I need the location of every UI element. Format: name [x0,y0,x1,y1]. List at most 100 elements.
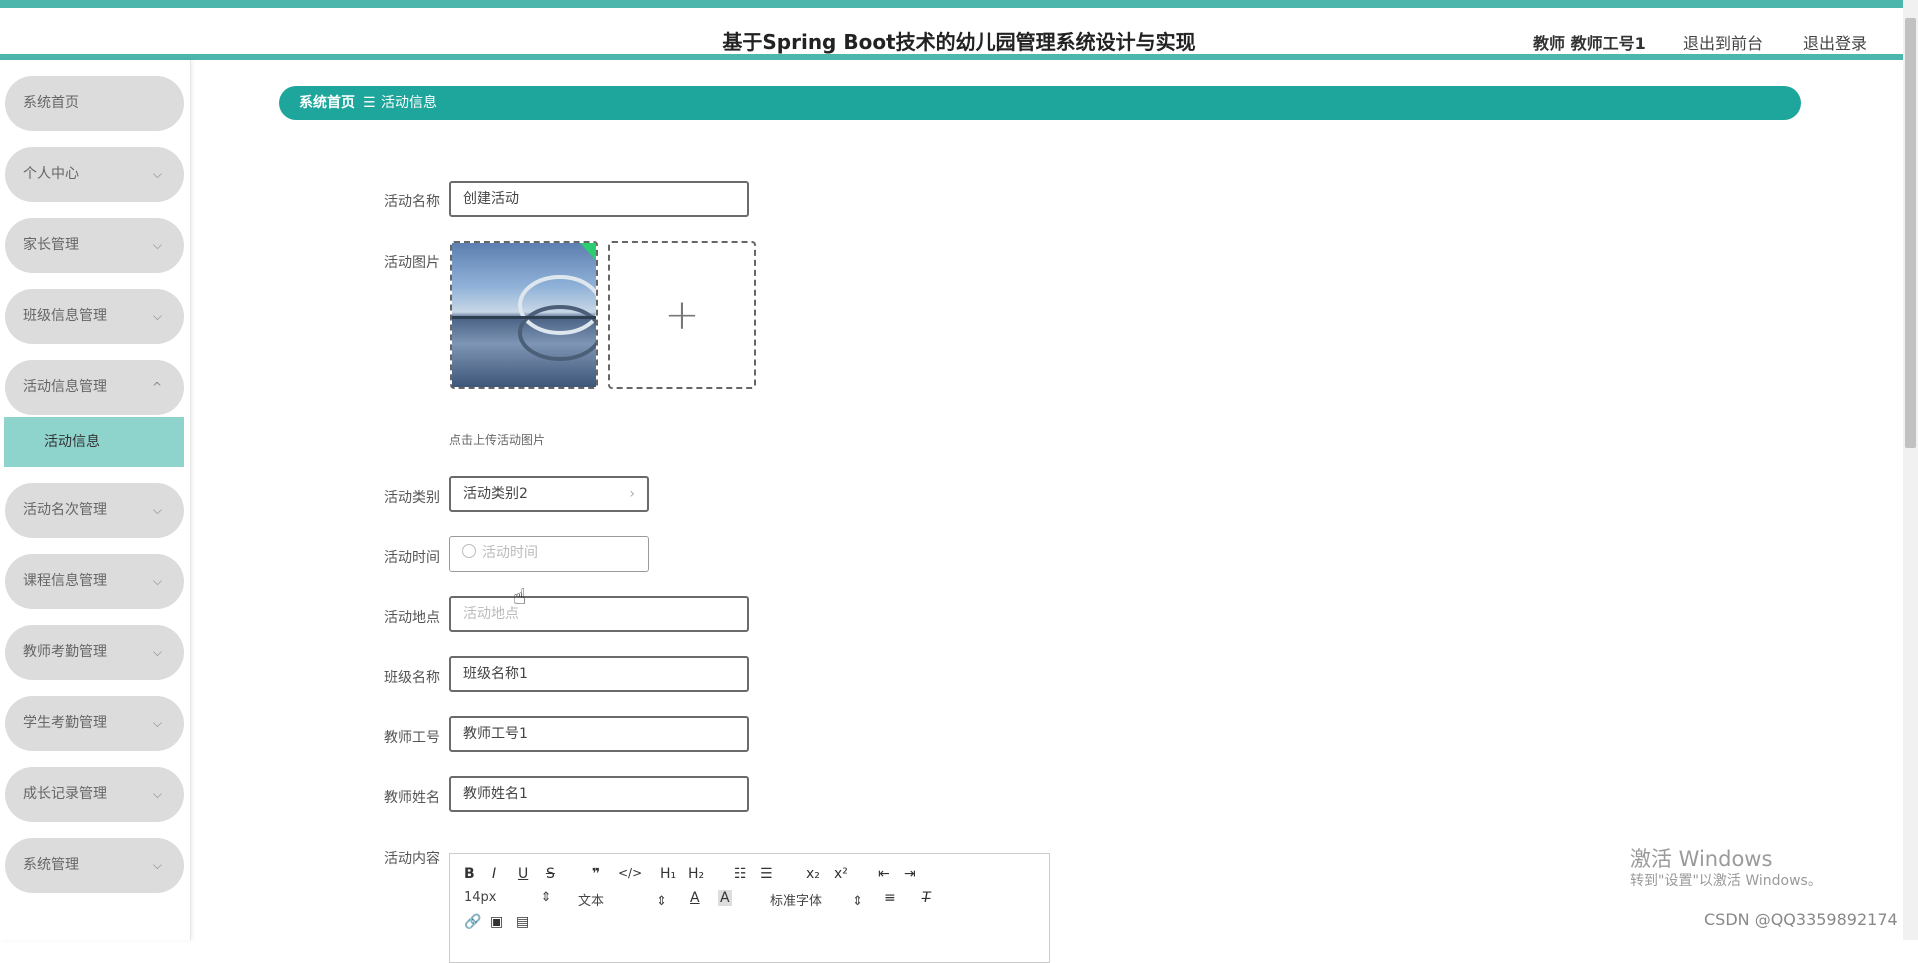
image-upload-hint: 点击上传活动图片 [449,433,546,447]
chevron-down-icon: ⌵ [152,858,162,872]
class-name-label: 班级名称 [384,670,440,686]
sidebar-item-teacher-attendance[interactable]: 教师考勤管理 ⌵ [5,625,184,680]
current-user: 教师 教师工号1 [1533,34,1646,53]
activity-content-label: 活动内容 [384,851,440,867]
sidebar-item-label: 家长管理 [23,237,79,253]
activity-category-label: 活动类别 [384,490,440,506]
teacher-name-input[interactable]: 教师姓名1 [449,776,749,812]
teacher-id-input[interactable]: 教师工号1 [449,716,749,752]
breadcrumb: 系统首页 ☰ 活动信息 [279,86,1801,120]
sidebar-item-label: 个人中心 [23,166,79,182]
chevron-down-icon: ⌵ [152,645,162,659]
activity-location-label: 活动地点 [384,610,440,626]
sidebar-item-label: 系统首页 [23,95,79,111]
heading-1-icon[interactable]: H₁ [660,866,676,882]
block-type-select[interactable]: 文本 ⇕ [578,890,667,909]
activity-name-label: 活动名称 [384,194,440,210]
activity-time-label: 活动时间 [384,550,440,566]
image-icon[interactable]: ▣ [490,914,503,930]
page-scrollbar-thumb[interactable] [1905,18,1916,448]
code-block-icon[interactable]: </> [618,866,642,880]
activity-image-label: 活动图片 [384,255,440,271]
activity-time-picker[interactable]: 活动时间 [449,536,649,572]
sidebar-item-parents[interactable]: 家长管理 ⌵ [5,218,184,273]
select-arrows-icon: ⇕ [656,894,668,909]
rich-text-editor[interactable]: B I U S ❞ </> H₁ H₂ ☷ ☰ x₂ x² ⇤ ⇥ 14px ⇕… [449,853,1050,963]
breadcrumb-home[interactable]: 系统首页 [299,86,355,120]
align-icon[interactable]: ≡ [884,890,896,906]
sidebar-item-activity-ranking[interactable]: 活动名次管理 ⌵ [5,483,184,538]
ordered-list-icon[interactable]: ☷ [734,866,747,882]
header: 基于Spring Boot技术的幼儿园管理系统设计与实现 教师 教师工号1 退出… [0,8,1918,54]
hand-cursor-icon: ☝ [513,585,527,610]
windows-activation-watermark: 激活 Windows [1630,847,1773,871]
teacher-id-label: 教师工号 [384,730,440,746]
chevron-down-icon: ⌵ [152,574,162,588]
sidebar-item-home[interactable]: 系统首页 [5,76,184,131]
indent-icon[interactable]: ⇥ [904,866,916,882]
clock-icon [462,544,476,558]
superscript-icon[interactable]: x² [834,866,848,882]
sidebar-item-label: 活动名次管理 [23,502,107,518]
upload-image-button[interactable]: + [608,241,756,389]
activity-category-select[interactable]: 活动类别2 › [449,476,649,512]
logout-link[interactable]: 退出登录 [1803,30,1867,54]
chevron-up-icon: ^ [151,380,162,394]
sidebar-item-growth-records[interactable]: 成长记录管理 ⌵ [5,767,184,822]
heading-2-icon[interactable]: H₂ [688,866,704,882]
class-name-input[interactable]: 班级名称1 [449,656,749,692]
font-family-select[interactable]: 标准字体 ⇕ [770,890,863,909]
sidebar-item-courses[interactable]: 课程信息管理 ⌵ [5,554,184,609]
breadcrumb-separator-icon: ☰ [363,95,376,111]
editor-toolbar-row-3: 🔗 ▣ ▤ [464,914,1034,934]
subscript-icon[interactable]: x₂ [806,866,820,882]
bold-icon[interactable]: B [464,866,475,882]
blockquote-icon[interactable]: ❞ [592,866,600,882]
sidebar: 系统首页 个人中心 ⌵ 家长管理 ⌵ 班级信息管理 ⌵ 活动信息管理 ^ 活动信… [0,60,191,940]
activity-image-thumbnail [452,243,596,387]
breadcrumb-current: 活动信息 [381,95,437,111]
chevron-down-icon: ⌵ [152,716,162,730]
plus-icon: + [664,290,700,339]
chevron-down-icon: ⌵ [152,787,162,801]
sidebar-item-student-attendance[interactable]: 学生考勤管理 ⌵ [5,696,184,751]
back-to-front-link[interactable]: 退出到前台 [1683,30,1763,54]
sidebar-subitem-label: 活动信息 [44,434,100,450]
bullet-list-icon[interactable]: ☰ [760,866,773,882]
chevron-down-icon: ⌵ [152,167,162,181]
activity-location-input[interactable]: 活动地点 [449,596,749,632]
sidebar-item-label: 教师考勤管理 [23,644,107,660]
activity-name-input[interactable]: 创建活动 [449,181,749,217]
clear-format-icon[interactable]: T̶ [922,890,931,906]
sidebar-item-label: 系统管理 [23,857,79,873]
sidebar-item-label: 活动信息管理 [23,379,107,395]
editor-toolbar-row-2: 14px ⇕ 文本 ⇕ A A 标准字体 ⇕ ≡ T̶ [464,890,1034,910]
uploaded-image[interactable] [450,241,598,389]
font-size-select[interactable]: 14px ⇕ [464,890,552,905]
underline-icon[interactable]: U [518,866,528,882]
outdent-icon[interactable]: ⇤ [878,866,890,882]
sidebar-item-personal-center[interactable]: 个人中心 ⌵ [5,147,184,202]
teacher-name-label: 教师姓名 [384,790,440,806]
chevron-down-icon: ⌵ [152,503,162,517]
link-icon[interactable]: 🔗 [464,914,481,930]
italic-icon[interactable]: I [492,866,496,882]
select-arrows-icon: ⇕ [852,894,864,909]
chevron-right-icon: › [629,486,635,502]
sidebar-subitem-activity-info[interactable]: 活动信息 [4,417,184,467]
video-icon[interactable]: ▤ [516,914,529,930]
sidebar-item-classes[interactable]: 班级信息管理 ⌵ [5,289,184,344]
chevron-down-icon: ⌵ [152,238,162,252]
sidebar-item-label: 成长记录管理 [23,786,107,802]
header-accent-bar [0,54,1918,60]
block-type-value: 文本 [578,894,605,909]
sidebar-item-system[interactable]: 系统管理 ⌵ [5,838,184,893]
strikethrough-icon[interactable]: S [546,866,555,882]
windows-activation-hint: 转到"设置"以激活 Windows。 [1630,873,1822,889]
sidebar-item-label: 学生考勤管理 [23,715,107,731]
chevron-down-icon: ⌵ [152,309,162,323]
sidebar-item-activities[interactable]: 活动信息管理 ^ [5,360,184,415]
background-color-icon[interactable]: A [718,890,732,906]
text-color-icon[interactable]: A [690,890,700,906]
activity-time-placeholder: 活动时间 [482,545,538,561]
